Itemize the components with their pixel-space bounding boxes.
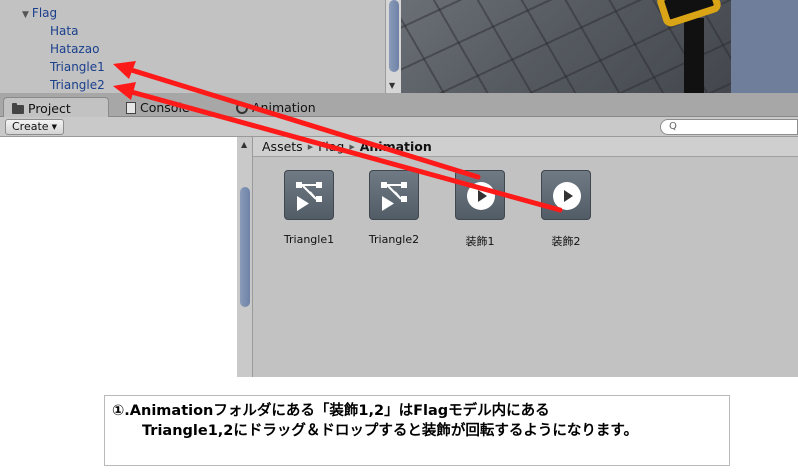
scroll-up-arrow-icon[interactable]: ▲ <box>241 140 247 149</box>
asset-decoration1[interactable]: 装飾1 <box>445 170 515 249</box>
folder-tree-pane[interactable] <box>0 137 237 377</box>
tab-animation[interactable]: Animation <box>228 97 324 117</box>
clock-icon <box>236 102 248 114</box>
scene-background-object <box>731 0 798 93</box>
breadcrumb-item-animation[interactable]: Animation <box>360 139 432 154</box>
breadcrumb-item-assets[interactable]: Assets <box>262 139 303 154</box>
hierarchy-item-label: Hatazao <box>50 42 100 56</box>
play-icon <box>553 182 581 210</box>
assets-scrollbar[interactable]: ▲ <box>237 137 253 377</box>
flag-pole-object <box>684 18 704 93</box>
hierarchy-scrollbar[interactable]: ▼ <box>385 0 401 93</box>
hierarchy-item-flag[interactable]: ▼ Flag <box>22 6 57 20</box>
tab-label: Console <box>140 100 190 115</box>
hierarchy-item-triangle2[interactable]: Triangle2 <box>50 78 105 92</box>
asset-label: 装飾1 <box>465 235 495 248</box>
animator-controller-icon <box>369 170 419 220</box>
hierarchy-item-label: Triangle2 <box>50 78 105 92</box>
breadcrumb-separator-icon: ▶ <box>307 143 314 151</box>
animation-clip-icon <box>541 170 591 220</box>
hierarchy-item-label: Hata <box>50 24 79 38</box>
folder-icon <box>12 103 24 114</box>
search-input[interactable]: Q <box>660 119 798 135</box>
tab-project[interactable]: Project <box>3 97 109 117</box>
breadcrumb-item-flag[interactable]: Flag <box>318 139 344 154</box>
hierarchy-item-hata[interactable]: Hata <box>50 24 78 38</box>
asset-label: Triangle1 <box>283 233 335 246</box>
asset-triangle1[interactable]: Triangle1 <box>274 170 344 246</box>
tab-label: Project <box>28 101 71 116</box>
search-icon: Q <box>669 121 677 132</box>
asset-triangle2[interactable]: Triangle2 <box>359 170 429 246</box>
breadcrumb-separator-icon: ▶ <box>349 143 355 151</box>
expand-arrow-icon[interactable]: ▼ <box>22 10 29 20</box>
create-button-label: Create <box>12 120 49 133</box>
project-toolbar: Create ▼ Q <box>0 117 798 137</box>
instruction-caption: ①.Animationフォルダにある「装飾1,2」はFlagモデル内にある Tr… <box>104 395 730 466</box>
asset-label: 装飾2 <box>551 235 581 248</box>
play-icon <box>467 182 495 210</box>
create-button[interactable]: Create ▼ <box>5 119 64 135</box>
scene-view[interactable] <box>401 0 798 93</box>
hierarchy-item-triangle1[interactable]: Triangle1 <box>50 60 105 74</box>
caption-line-1: ①.Animationフォルダにある「装飾1,2」はFlagモデル内にある <box>112 403 550 419</box>
breadcrumb: Assets ▶ Flag ▶ Animation <box>253 137 798 157</box>
hierarchy-panel: ▼ Flag Hata Hatazao Triangle1 Triangle2 <box>0 0 385 93</box>
assets-pane: Assets ▶ Flag ▶ Animation Triangle1 Triangle… <box>253 137 798 377</box>
asset-decoration2[interactable]: 装飾2 <box>531 170 601 249</box>
tab-console[interactable]: Console <box>118 97 198 117</box>
dropdown-caret-icon: ▼ <box>51 123 57 131</box>
hierarchy-item-label: Flag <box>31 6 58 20</box>
caption-line-2: Triangle1,2にドラッグ＆ドロップすると装飾が回転するようになります。 <box>142 423 638 439</box>
scrollbar-thumb[interactable] <box>240 187 250 307</box>
console-icon <box>126 102 136 114</box>
asset-label: Triangle2 <box>368 233 420 246</box>
animator-controller-icon <box>284 170 334 220</box>
animation-clip-icon <box>455 170 505 220</box>
project-tab-bar: Project Console Animation <box>0 93 798 117</box>
tab-label: Animation <box>252 100 316 115</box>
hierarchy-item-label: Triangle1 <box>50 60 105 74</box>
scrollbar-thumb[interactable] <box>389 0 399 72</box>
hierarchy-item-hatazao[interactable]: Hatazao <box>50 42 99 56</box>
scroll-down-arrow-icon[interactable]: ▼ <box>389 81 395 90</box>
